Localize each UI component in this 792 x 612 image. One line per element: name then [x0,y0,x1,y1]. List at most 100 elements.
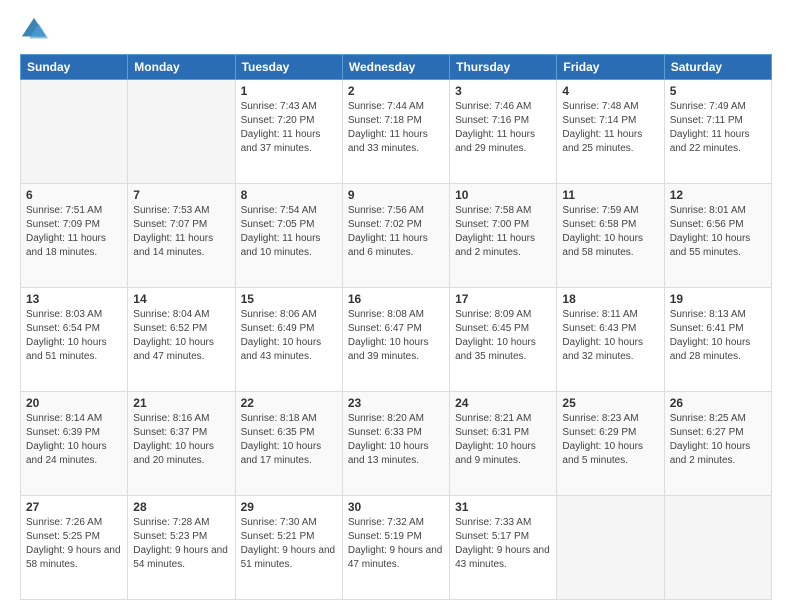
page: SundayMondayTuesdayWednesdayThursdayFrid… [0,0,792,612]
day-info: Sunrise: 7:54 AMSunset: 7:05 PMDaylight:… [241,204,337,260]
day-info: Sunrise: 7:44 AMSunset: 7:18 PMDaylight:… [348,100,444,156]
day-info: Sunrise: 8:23 AMSunset: 6:29 PMDaylight:… [562,412,658,468]
day-info: Sunrise: 7:46 AMSunset: 7:16 PMDaylight:… [455,100,551,156]
calendar-cell: 10Sunrise: 7:58 AMSunset: 7:00 PMDayligh… [450,184,557,288]
day-number: 5 [670,84,766,98]
day-number: 18 [562,292,658,306]
day-info: Sunrise: 8:21 AMSunset: 6:31 PMDaylight:… [455,412,551,468]
day-info: Sunrise: 7:43 AMSunset: 7:20 PMDaylight:… [241,100,337,156]
day-info: Sunrise: 8:11 AMSunset: 6:43 PMDaylight:… [562,308,658,364]
day-info: Sunrise: 7:26 AMSunset: 5:25 PMDaylight:… [26,516,122,572]
calendar-cell: 14 Sunrise: 8:04 AMSunset: 6:52 PMDayligh… [128,288,235,392]
calendar-cell: 23Sunrise: 8:20 AMSunset: 6:33 PMDayligh… [342,392,449,496]
day-number: 9 [348,188,444,202]
day-number: 8 [241,188,337,202]
calendar-cell: 6Sunrise: 7:51 AMSunset: 7:09 PMDaylight… [21,184,128,288]
calendar-cell: 4 Sunrise: 7:48 AMSunset: 7:14 PMDaylight… [557,80,664,184]
day-number: 27 [26,500,122,514]
calendar-cell: 1 Sunrise: 7:43 AMSunset: 7:20 PMDaylight… [235,80,342,184]
day-info: Sunrise: 7:59 AMSunset: 6:58 PMDaylight:… [562,204,658,260]
calendar-cell: 30Sunrise: 7:32 AMSunset: 5:19 PMDayligh… [342,496,449,600]
calendar-cell: 26 Sunrise: 8:25 AMSunset: 6:27 PMDayligh… [664,392,771,496]
calendar-cell: 27 Sunrise: 7:26 AMSunset: 5:25 PMDayligh… [21,496,128,600]
day-number: 25 [562,396,658,410]
day-info: Sunrise: 8:09 AMSunset: 6:45 PMDaylight:… [455,308,551,364]
day-number: 14 [133,292,229,306]
calendar-cell: 21 Sunrise: 8:16 AMSunset: 6:37 PMDayligh… [128,392,235,496]
day-info: Sunrise: 7:28 AMSunset: 5:23 PMDaylight:… [133,516,229,572]
calendar-cell: 11 Sunrise: 7:59 AMSunset: 6:58 PMDayligh… [557,184,664,288]
day-info: Sunrise: 7:58 AMSunset: 7:00 PMDaylight:… [455,204,551,260]
logo-icon [20,16,48,44]
day-info: Sunrise: 7:56 AMSunset: 7:02 PMDaylight:… [348,204,444,260]
day-info: Sunrise: 7:32 AMSunset: 5:19 PMDaylight:… [348,516,444,572]
calendar-header-friday: Friday [557,55,664,80]
day-number: 13 [26,292,122,306]
day-number: 2 [348,84,444,98]
calendar-header-sunday: Sunday [21,55,128,80]
calendar-cell [664,496,771,600]
calendar-cell: 7 Sunrise: 7:53 AMSunset: 7:07 PMDaylight… [128,184,235,288]
calendar-cell: 2 Sunrise: 7:44 AMSunset: 7:18 PMDaylight… [342,80,449,184]
calendar-week-4: 20Sunrise: 8:14 AMSunset: 6:39 PMDayligh… [21,392,772,496]
calendar-cell: 3 Sunrise: 7:46 AMSunset: 7:16 PMDaylight… [450,80,557,184]
calendar-header-saturday: Saturday [664,55,771,80]
day-number: 11 [562,188,658,202]
logo [20,16,50,44]
day-number: 19 [670,292,766,306]
day-number: 7 [133,188,229,202]
calendar-cell [557,496,664,600]
calendar-cell: 25 Sunrise: 8:23 AMSunset: 6:29 PMDayligh… [557,392,664,496]
calendar-cell: 24 Sunrise: 8:21 AMSunset: 6:31 PMDayligh… [450,392,557,496]
day-number: 21 [133,396,229,410]
calendar-week-3: 13 Sunrise: 8:03 AMSunset: 6:54 PMDayligh… [21,288,772,392]
day-info: Sunrise: 8:04 AMSunset: 6:52 PMDaylight:… [133,308,229,364]
day-number: 17 [455,292,551,306]
calendar-header-thursday: Thursday [450,55,557,80]
calendar-cell: 29 Sunrise: 7:30 AMSunset: 5:21 PMDayligh… [235,496,342,600]
day-number: 26 [670,396,766,410]
calendar-header-monday: Monday [128,55,235,80]
calendar-cell: 9 Sunrise: 7:56 AMSunset: 7:02 PMDaylight… [342,184,449,288]
day-info: Sunrise: 7:48 AMSunset: 7:14 PMDaylight:… [562,100,658,156]
calendar-week-2: 6Sunrise: 7:51 AMSunset: 7:09 PMDaylight… [21,184,772,288]
calendar-cell: 16 Sunrise: 8:08 AMSunset: 6:47 PMDayligh… [342,288,449,392]
day-info: Sunrise: 7:53 AMSunset: 7:07 PMDaylight:… [133,204,229,260]
calendar-cell: 17 Sunrise: 8:09 AMSunset: 6:45 PMDayligh… [450,288,557,392]
day-number: 1 [241,84,337,98]
calendar-table: SundayMondayTuesdayWednesdayThursdayFrid… [20,54,772,600]
day-number: 24 [455,396,551,410]
day-number: 20 [26,396,122,410]
calendar-header-row: SundayMondayTuesdayWednesdayThursdayFrid… [21,55,772,80]
calendar-cell: 18 Sunrise: 8:11 AMSunset: 6:43 PMDayligh… [557,288,664,392]
day-number: 15 [241,292,337,306]
day-info: Sunrise: 8:01 AMSunset: 6:56 PMDaylight:… [670,204,766,260]
day-info: Sunrise: 7:49 AMSunset: 7:11 PMDaylight:… [670,100,766,156]
calendar-header-wednesday: Wednesday [342,55,449,80]
calendar-cell: 19 Sunrise: 8:13 AMSunset: 6:41 PMDayligh… [664,288,771,392]
header [20,16,772,44]
day-info: Sunrise: 8:18 AMSunset: 6:35 PMDaylight:… [241,412,337,468]
day-info: Sunrise: 8:06 AMSunset: 6:49 PMDaylight:… [241,308,337,364]
day-info: Sunrise: 8:03 AMSunset: 6:54 PMDaylight:… [26,308,122,364]
day-info: Sunrise: 8:16 AMSunset: 6:37 PMDaylight:… [133,412,229,468]
day-number: 22 [241,396,337,410]
calendar-cell: 13 Sunrise: 8:03 AMSunset: 6:54 PMDayligh… [21,288,128,392]
day-info: Sunrise: 8:25 AMSunset: 6:27 PMDaylight:… [670,412,766,468]
day-number: 28 [133,500,229,514]
day-number: 29 [241,500,337,514]
day-number: 4 [562,84,658,98]
calendar-week-5: 27 Sunrise: 7:26 AMSunset: 5:25 PMDayligh… [21,496,772,600]
calendar-cell [128,80,235,184]
calendar-cell: 8 Sunrise: 7:54 AMSunset: 7:05 PMDaylight… [235,184,342,288]
day-info: Sunrise: 7:30 AMSunset: 5:21 PMDaylight:… [241,516,337,572]
calendar-cell: 12Sunrise: 8:01 AMSunset: 6:56 PMDayligh… [664,184,771,288]
day-info: Sunrise: 8:08 AMSunset: 6:47 PMDaylight:… [348,308,444,364]
day-info: Sunrise: 8:13 AMSunset: 6:41 PMDaylight:… [670,308,766,364]
day-number: 16 [348,292,444,306]
calendar-cell: 31Sunrise: 7:33 AMSunset: 5:17 PMDayligh… [450,496,557,600]
calendar-week-1: 1 Sunrise: 7:43 AMSunset: 7:20 PMDaylight… [21,80,772,184]
day-number: 3 [455,84,551,98]
calendar-cell [21,80,128,184]
day-number: 6 [26,188,122,202]
